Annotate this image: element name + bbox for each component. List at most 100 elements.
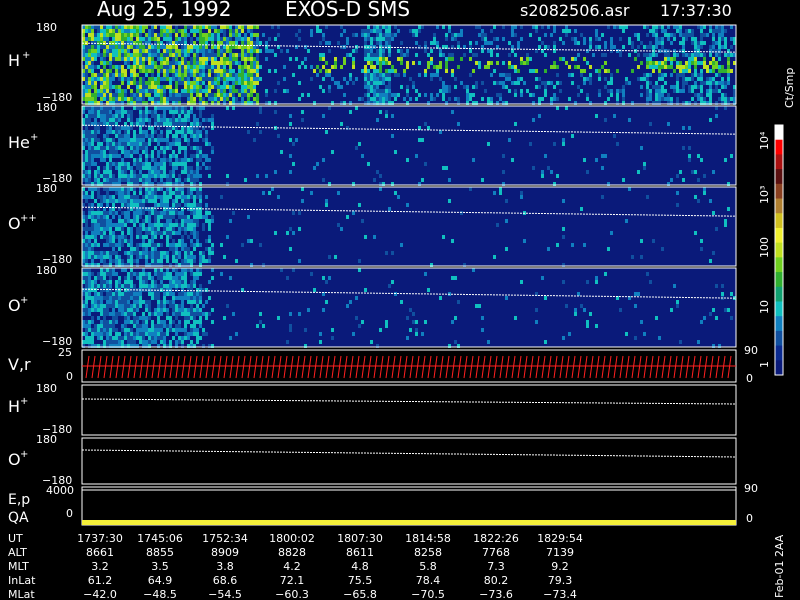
spectrogram-cell [94, 126, 97, 130]
spectrogram-cell [115, 89, 118, 93]
spectrogram-cell [250, 53, 253, 57]
spectrogram-cell [97, 174, 100, 178]
spectrogram-cell [88, 174, 91, 178]
spectrogram-cell [181, 215, 184, 219]
spectrogram-cell [151, 207, 154, 211]
spectrogram-cell [172, 110, 175, 114]
spectrogram-cell [547, 166, 550, 170]
spectrogram-cell [190, 288, 193, 292]
spectrogram-cell [88, 336, 91, 340]
spectrogram-cell [145, 130, 148, 134]
spectrogram-cell [658, 336, 661, 340]
spectrogram-cell [613, 114, 616, 118]
spectrogram-cell [682, 73, 685, 77]
spectrogram-cell [130, 296, 133, 300]
spectrogram-cell [439, 53, 442, 57]
spectrogram-cell [178, 328, 181, 332]
spectrogram-cell [160, 130, 163, 134]
spectrogram-cell [355, 33, 358, 37]
spectrogram-cell [88, 53, 91, 57]
spectrogram-cell [364, 77, 367, 81]
spectrogram-cell [193, 25, 196, 29]
spectrogram-cell [454, 33, 457, 37]
spectrogram-cell [109, 243, 112, 247]
spectrogram-cell [175, 106, 178, 110]
spectrogram-cell [118, 33, 121, 37]
spectrogram-cell [622, 25, 625, 29]
ephem-cell-alt: 8611 [346, 546, 374, 559]
spectrogram-cell [163, 37, 166, 41]
spectrogram-cell [631, 255, 634, 259]
spectrogram-cell [169, 280, 172, 284]
spectrogram-cell [226, 69, 229, 73]
spectrogram-cell [163, 215, 166, 219]
ephem-cell-mlat: −73.4 [543, 588, 577, 600]
spectrogram-cell [232, 93, 235, 97]
ephem-cell-inlat: 68.6 [213, 574, 238, 587]
spectrogram-cell [544, 45, 547, 49]
spectrogram-cell [85, 29, 88, 33]
spectrogram-cell [121, 336, 124, 340]
spectrogram-cell [724, 45, 727, 49]
spectrogram-cell [316, 65, 319, 69]
spectrogram-cell [676, 65, 679, 69]
spectrogram-cell [94, 324, 97, 328]
spectrogram-cell [346, 126, 349, 130]
spectrogram-cell [622, 93, 625, 97]
spectrogram-cell [166, 33, 169, 37]
spectrogram-cell [106, 336, 109, 340]
spectrogram-cell [196, 65, 199, 69]
spectrogram-cell [313, 288, 316, 292]
spectrogram-cell [178, 284, 181, 288]
spectrogram-cell [373, 85, 376, 89]
spectrogram-cell [148, 138, 151, 142]
spectrogram-cell [442, 89, 445, 93]
spectrogram-cell [655, 25, 658, 29]
spectrogram-cell [190, 37, 193, 41]
spectrogram-cell [328, 69, 331, 73]
spectrogram-cell [106, 45, 109, 49]
spectrogram-cell [325, 203, 328, 207]
spectrogram-cell [190, 97, 193, 101]
spectrogram-cell [91, 142, 94, 146]
spectrogram-cell [130, 89, 133, 93]
spectrogram-cell [133, 316, 136, 320]
spectrogram-cell [679, 69, 682, 73]
spectrogram-cell [721, 85, 724, 89]
spectrogram-cell [142, 81, 145, 85]
spectrogram-cell [445, 37, 448, 41]
spectrogram-cell [187, 191, 190, 195]
spectrogram-cell [247, 77, 250, 81]
spectrogram-cell [118, 304, 121, 308]
spectrogram-cell [124, 142, 127, 146]
spectrogram-cell [184, 65, 187, 69]
spectrogram-cell [238, 53, 241, 57]
spectrogram-cell [556, 243, 559, 247]
spectrogram-cell [118, 178, 121, 182]
spectrogram-cell [247, 41, 250, 45]
spectrogram-cell [118, 49, 121, 53]
spectrogram-cell [118, 284, 121, 288]
spectrogram-cell [223, 85, 226, 89]
spectrogram-cell [586, 280, 589, 284]
spectrogram-cell [133, 93, 136, 97]
spectrogram-cell [199, 85, 202, 89]
spectrogram-cell [121, 328, 124, 332]
spectrogram-cell [694, 37, 697, 41]
spectrogram-cell [94, 25, 97, 29]
spectrogram-cell [106, 33, 109, 37]
spectrogram-cell [103, 69, 106, 73]
spectrogram-cell [148, 308, 151, 312]
spectrogram-cell [196, 118, 199, 122]
spectrogram-cell [181, 187, 184, 191]
spectrogram-cell [541, 25, 544, 29]
spectrogram-cell [520, 25, 523, 29]
ephem-cell-ut: 1800:02 [269, 532, 315, 545]
spectrogram-cell [208, 49, 211, 53]
spectrogram-cell [433, 73, 436, 77]
spectrogram-cell [148, 284, 151, 288]
spectrogram-cell [202, 53, 205, 57]
spectrogram-cell [91, 65, 94, 69]
spectrogram-cell [193, 45, 196, 49]
spectrogram-cell [190, 174, 193, 178]
